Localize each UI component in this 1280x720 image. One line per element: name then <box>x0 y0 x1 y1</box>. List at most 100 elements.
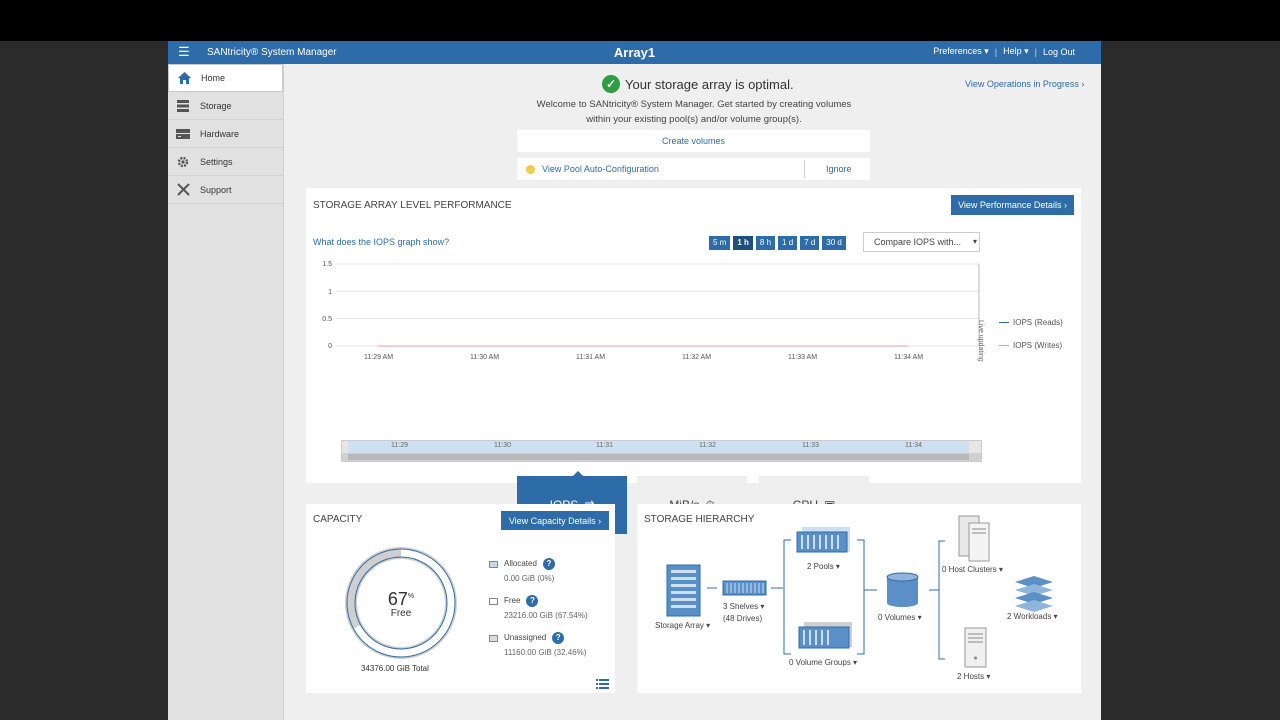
percent-sign: % <box>407 593 415 600</box>
sidebar-item-home[interactable]: Home <box>168 64 283 92</box>
legend-label: IOPS (Writes) <box>1013 341 1063 350</box>
tools-icon <box>176 183 190 197</box>
x-tick-label: 11:32 AM <box>682 354 712 361</box>
navigator-tick: 11:30 <box>494 442 511 449</box>
sidebar-item-storage[interactable]: Storage <box>168 92 283 120</box>
live-updating-label: Live updating <box>977 320 984 362</box>
x-tick-label: 11:34 AM <box>894 354 924 361</box>
chart-navigator[interactable]: 11:29 11:30 11:31 11:32 11:33 11:34 <box>341 440 982 462</box>
gear-icon <box>176 155 190 169</box>
volumes-icon <box>886 572 919 607</box>
list-icon[interactable] <box>596 679 609 689</box>
auto-config-link[interactable]: View Pool Auto-Configuration <box>542 164 659 174</box>
help-icon[interactable]: ? <box>552 632 565 644</box>
view-capacity-details-button[interactable]: View Capacity Details › <box>501 511 609 530</box>
x-tick-label: 11:29 AM <box>364 354 394 361</box>
shelves-label[interactable]: 3 Shelves ▾ <box>723 602 764 611</box>
sidebar-item-settings[interactable]: Settings <box>168 148 283 176</box>
volume-groups-icon <box>798 622 852 649</box>
sidebar-item-hardware[interactable]: Hardware <box>168 120 283 148</box>
app-header: ☰ SANtricity® System Manager Array1 Pref… <box>168 41 1101 64</box>
chart-plot-area <box>336 263 980 347</box>
navigator-tick: 11:34 <box>905 442 922 449</box>
storage-array-icon <box>666 564 701 617</box>
welcome-text: Welcome to SANtricity® System Manager. G… <box>514 97 874 127</box>
donut-center: 67% Free <box>356 589 446 619</box>
drives-label: (48 Drives) <box>723 614 763 623</box>
home-icon <box>177 71 191 85</box>
performance-panel: STORAGE ARRAY LEVEL PERFORMANCE View Per… <box>306 188 1081 534</box>
legend-label: IOPS (Reads) <box>1013 318 1063 327</box>
hosts-label[interactable]: 2 Hosts ▾ <box>957 672 990 681</box>
bracket-right <box>857 539 865 655</box>
sidebar-item-label: Support <box>200 184 232 195</box>
free-percent: 67 <box>387 589 408 609</box>
free-row: Free? 23216.00 GiB (67.54%) <box>489 595 588 620</box>
volumes-label[interactable]: 0 Volumes ▾ <box>878 613 922 622</box>
sidebar-item-support[interactable]: Support <box>168 176 283 204</box>
y-tick-label: 0 <box>328 343 332 350</box>
y-tick-label: 1 <box>328 289 332 296</box>
ignore-link[interactable]: Ignore <box>826 164 852 174</box>
unassigned-swatch <box>489 634 498 642</box>
array-name: Array1 <box>613 45 656 60</box>
hosts-icon <box>964 627 987 668</box>
host-clusters-label[interactable]: 0 Host Clusters ▾ <box>942 565 1003 574</box>
help-icon[interactable]: ? <box>542 558 555 570</box>
app-window: ☰ SANtricity® System Manager Array1 Pref… <box>168 41 1101 720</box>
status-message: Your storage array is optimal. <box>625 76 794 92</box>
navigator-selection[interactable] <box>348 441 969 453</box>
workloads-label[interactable]: 2 Workloads ▾ <box>1007 612 1058 621</box>
legend-item-writes[interactable]: IOPS (Writes) <box>999 341 1062 350</box>
sidebar-item-label: Hardware <box>200 128 240 139</box>
storage-hierarchy-panel: STORAGE HIERARCHY Storage Array ▾ 3 Shel… <box>637 504 1081 693</box>
volume-groups-label[interactable]: 0 Volume Groups ▾ <box>789 658 857 667</box>
lightbulb-icon <box>526 165 535 174</box>
menu-icon[interactable]: ☰ <box>178 45 190 59</box>
storage-array-label[interactable]: Storage Array ▾ <box>655 621 710 630</box>
view-performance-details-button[interactable]: View Performance Details › <box>951 195 1074 215</box>
preferences-menu[interactable]: Preferences ▾ <box>933 46 989 57</box>
operations-link[interactable]: View Operations in Progress › <box>965 79 1084 89</box>
free-value: 23216.00 GiB (67.54%) <box>504 611 588 620</box>
status-banner: ✓ Your storage array is optimal. <box>602 75 794 93</box>
x-tick-label: 11:31 AM <box>576 354 606 361</box>
header-separator: | <box>1034 46 1037 57</box>
legend-item-reads[interactable]: IOPS (Reads) <box>999 318 1063 327</box>
help-menu[interactable]: Help ▾ <box>1003 46 1029 57</box>
sidebar-item-label: Settings <box>200 156 233 167</box>
free-swatch <box>489 597 498 605</box>
help-icon[interactable]: ? <box>526 595 539 607</box>
legend-swatch <box>999 322 1009 324</box>
pools-label[interactable]: 2 Pools ▾ <box>807 562 840 571</box>
auto-config-bar: View Pool Auto-Configuration Ignore <box>517 158 870 180</box>
navigator-tick: 11:33 <box>802 442 819 449</box>
iops-help-link[interactable]: What does the IOPS graph show? <box>313 237 449 247</box>
performance-title: STORAGE ARRAY LEVEL PERFORMANCE <box>313 200 512 211</box>
bracket-left <box>783 539 791 655</box>
navigator-scrollbar[interactable] <box>342 453 981 461</box>
hierarchy-diagram <box>666 515 1053 668</box>
scrollbar-thumb[interactable] <box>348 454 969 460</box>
app-name: SANtricity® System Manager <box>207 47 337 58</box>
create-volumes-button[interactable]: Create volumes <box>517 130 870 152</box>
x-tick-label: 11:33 AM <box>788 354 818 361</box>
iops-chart: 1.5 1 0.5 0 11:29 AM 11:30 AM 11:31 AM 1… <box>306 248 1081 408</box>
y-tick-label: 1.5 <box>322 261 332 268</box>
workloads-icon <box>1015 576 1053 612</box>
allocated-label: Allocated <box>504 559 537 569</box>
unassigned-row: Unassigned? 11160.00 GiB (32.46%) <box>489 632 586 657</box>
storage-icon <box>176 99 190 113</box>
capacity-total: 34376.00 GiB Total <box>361 664 429 673</box>
logout-link[interactable]: Log Out <box>1043 47 1075 57</box>
welcome-line: within your existing pool(s) and/or volu… <box>586 114 802 125</box>
welcome-line: Welcome to SANtricity® System Manager. G… <box>536 99 852 110</box>
capacity-panel: CAPACITY View Capacity Details › 67% Fre… <box>306 504 615 693</box>
pools-icon <box>796 527 850 553</box>
bracket-hosts <box>938 540 945 660</box>
shelves-icon <box>722 580 767 596</box>
check-circle-icon: ✓ <box>602 75 620 93</box>
host-clusters-icon <box>958 515 990 562</box>
unassigned-label: Unassigned <box>504 633 547 643</box>
unassigned-value: 11160.00 GiB (32.46%) <box>504 648 587 657</box>
